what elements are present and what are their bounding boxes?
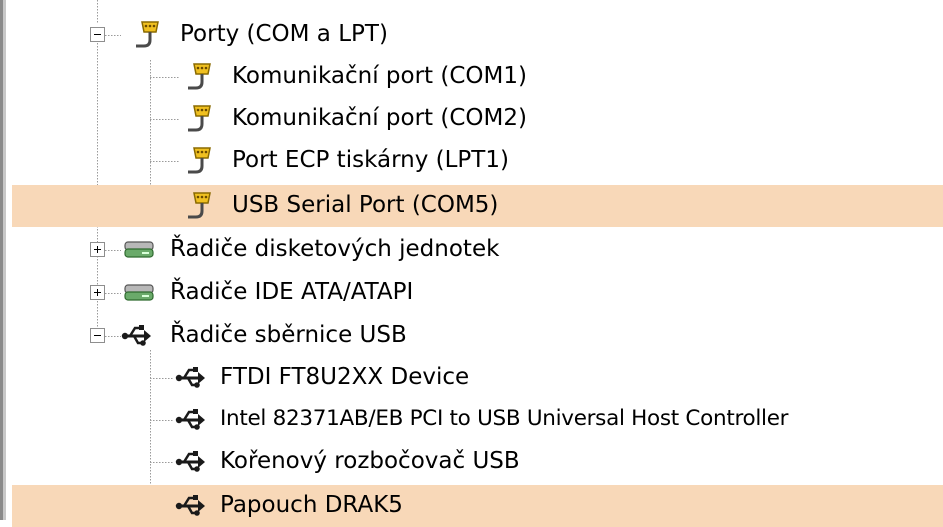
device-tree[interactable]: Porty (COM a LPT) Komunikační port (COM1… <box>0 0 943 527</box>
tree-node-label: Port ECP tiskárny (LPT1) <box>232 147 509 173</box>
tree-node-com5[interactable]: USB Serial Port (COM5) <box>12 185 943 227</box>
usb-icon <box>175 495 205 516</box>
port-connector-icon <box>188 105 211 132</box>
expand-toggle[interactable] <box>90 285 105 300</box>
tree-node-usb-controllers[interactable]: Řadiče sběrnice USB <box>12 315 943 357</box>
tree-node-ftdi-device[interactable]: FTDI FT8U2XX Device <box>12 357 943 399</box>
tree-node-label: Řadiče IDE ATA/ATAPI <box>170 279 414 305</box>
tree-node-label: USB Serial Port (COM5) <box>232 192 499 218</box>
port-connector-icon <box>136 21 159 48</box>
tree-node-label: Komunikační port (COM1) <box>232 63 527 89</box>
drive-controller-icon <box>124 284 154 301</box>
tree-node-ports[interactable]: Porty (COM a LPT) <box>12 14 943 56</box>
collapse-toggle[interactable] <box>90 328 105 343</box>
tree-node-label: FTDI FT8U2XX Device <box>220 364 470 390</box>
usb-icon <box>175 367 205 388</box>
tree-node-floppy-controllers[interactable]: Řadiče disketových jednotek <box>12 229 943 271</box>
tree-node-label: Papouch DRAK5 <box>220 492 403 518</box>
port-connector-icon <box>188 192 211 219</box>
usb-icon <box>175 409 205 430</box>
port-connector-icon <box>188 63 211 90</box>
collapse-toggle[interactable] <box>90 27 105 42</box>
tree-node-papouch-drak5[interactable]: Papouch DRAK5 <box>12 485 943 527</box>
tree-node-label: Komunikační port (COM2) <box>232 105 527 131</box>
tree-node-com1[interactable]: Komunikační port (COM1) <box>12 56 943 98</box>
port-connector-icon <box>188 147 211 174</box>
expand-toggle[interactable] <box>90 242 105 257</box>
tree-node-intel-host-controller[interactable]: Intel 82371AB/EB PCI to USB Universal Ho… <box>12 399 943 441</box>
tree-node-label: Porty (COM a LPT) <box>180 21 388 47</box>
usb-icon <box>121 325 151 346</box>
tree-node-label: Řadiče disketových jednotek <box>170 236 500 262</box>
tree-node-label: Intel 82371AB/EB PCI to USB Universal Ho… <box>220 406 789 431</box>
usb-icon <box>175 451 205 472</box>
tree-node-label: Řadiče sběrnice USB <box>170 322 407 348</box>
tree-node-com2[interactable]: Komunikační port (COM2) <box>12 98 943 140</box>
drive-controller-icon <box>124 241 154 258</box>
tree-node-ide-controllers[interactable]: Řadiče IDE ATA/ATAPI <box>12 272 943 314</box>
tree-node-lpt1[interactable]: Port ECP tiskárny (LPT1) <box>12 140 943 182</box>
tree-node-usb-root-hub[interactable]: Kořenový rozbočovač USB <box>12 441 943 483</box>
tree-node-label: Kořenový rozbočovač USB <box>220 448 520 474</box>
